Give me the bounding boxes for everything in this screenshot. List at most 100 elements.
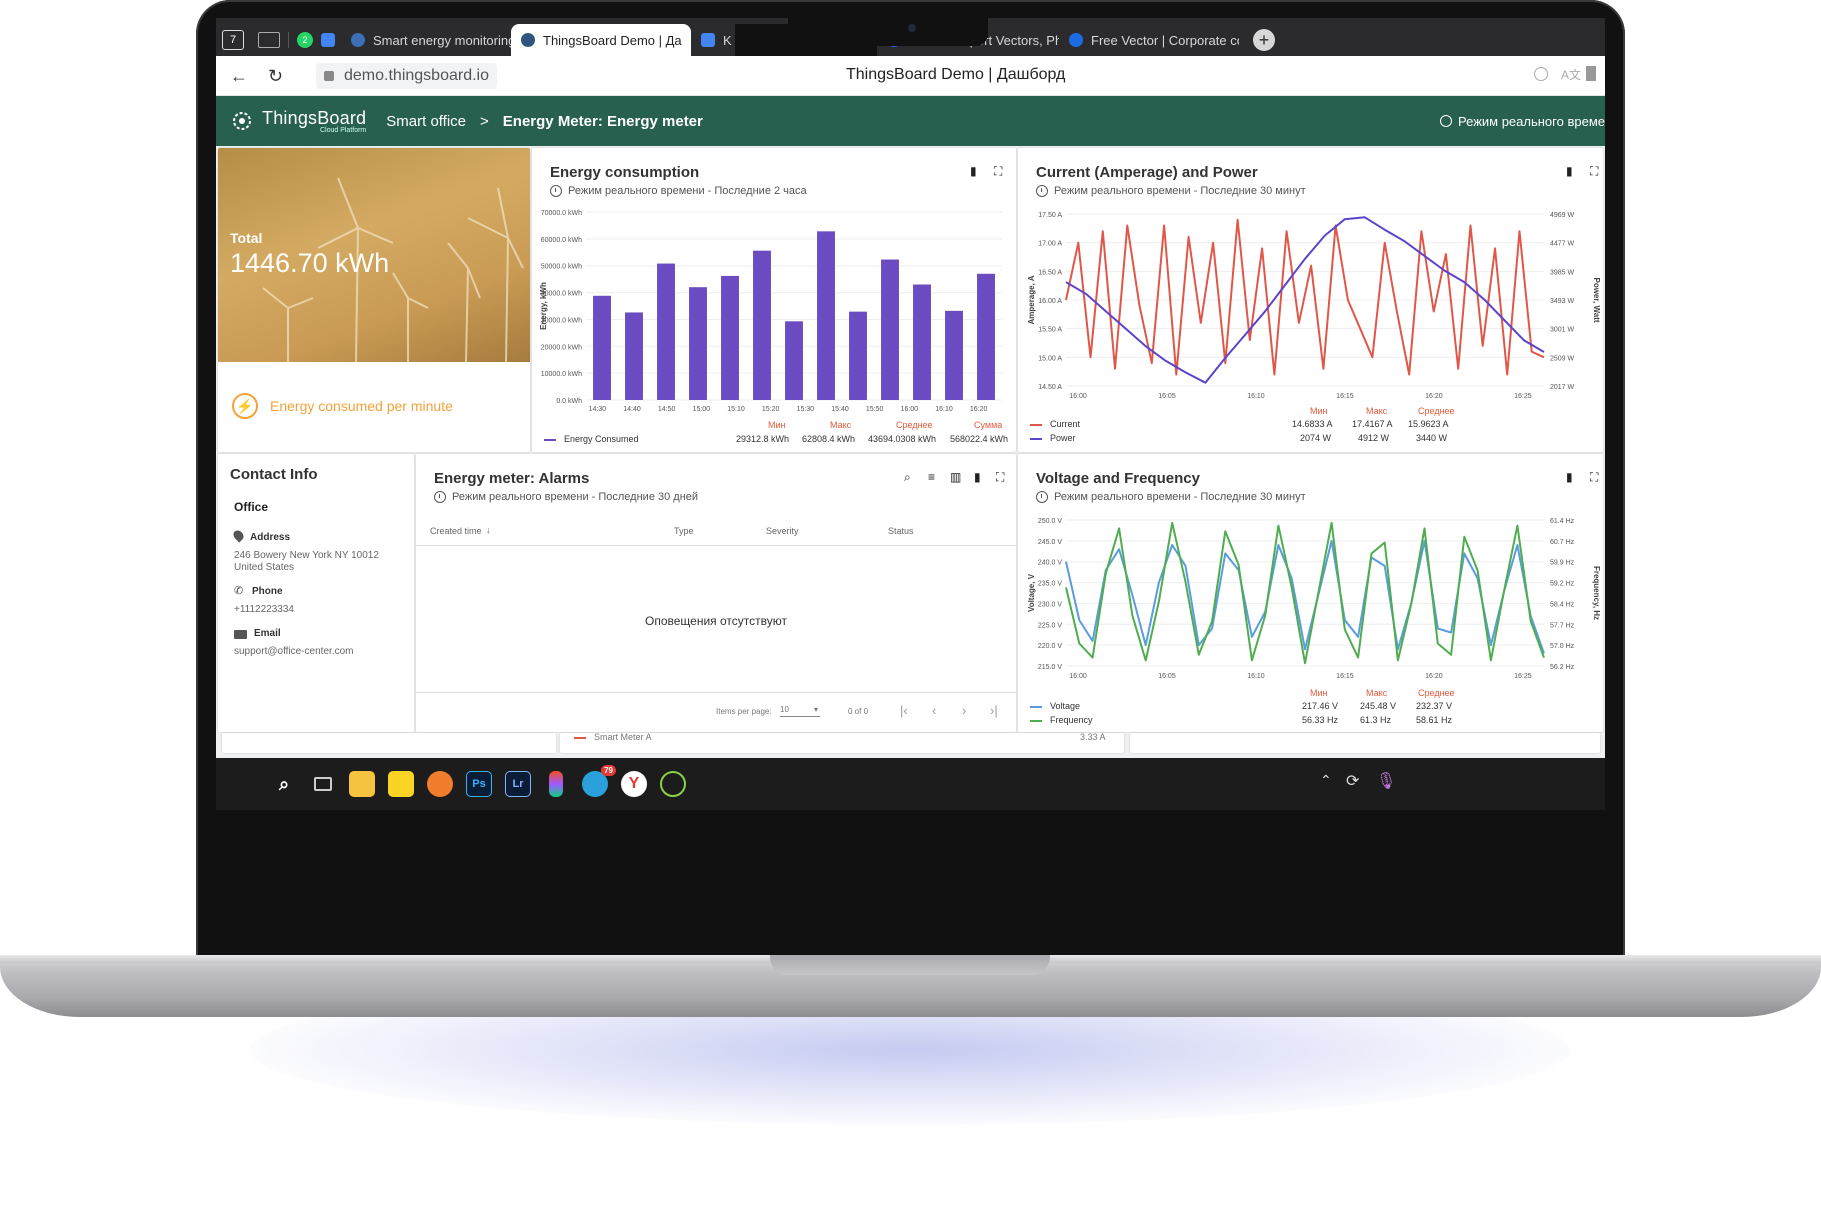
- x-tick-label: 16:15: [1336, 393, 1354, 400]
- address-line-2: United States: [234, 562, 295, 573]
- y-tick-left: 17.50 A: [1038, 212, 1062, 219]
- thingsboard-logo-icon: [233, 112, 251, 130]
- energy-bar: [945, 310, 963, 400]
- y-axis-label-left: Voltage, V: [1027, 573, 1036, 612]
- y-tick-right: 59.9 Hz: [1550, 560, 1575, 567]
- windows-start-icon[interactable]: [232, 771, 258, 797]
- bookmark-icon[interactable]: [1586, 66, 1596, 81]
- photoshop-icon[interactable]: Ps: [466, 771, 492, 797]
- reload-icon[interactable]: ↻: [268, 66, 283, 87]
- whatsapp-icon: 2: [297, 32, 313, 48]
- legend-power: Power: [1050, 433, 1076, 443]
- x-tick-label: 16:20: [970, 406, 988, 413]
- x-tick-label: 15:20: [762, 406, 780, 413]
- back-arrow-icon[interactable]: ←: [230, 66, 248, 87]
- yandex-browser-icon[interactable]: Y: [621, 771, 647, 797]
- fullscreen-icon[interactable]: ⛶: [996, 470, 1004, 485]
- y-tick-left: 15.00 A: [1038, 355, 1062, 362]
- x-tick-label: 16:25: [1514, 673, 1532, 680]
- energy-bar: [849, 311, 867, 400]
- file-explorer-icon[interactable]: [349, 771, 375, 797]
- sync-icon[interactable]: ⟳: [1346, 771, 1359, 791]
- column-type[interactable]: Type: [674, 526, 694, 536]
- pin-icon: [231, 528, 246, 543]
- sticky-notes-icon[interactable]: [388, 771, 414, 797]
- chat-icon[interactable]: [1534, 67, 1548, 81]
- export-icon[interactable]: ▮: [974, 470, 981, 484]
- microphone-icon[interactable]: 🎙: [1376, 771, 1396, 791]
- column-severity[interactable]: Severity: [766, 526, 799, 536]
- url-field[interactable]: demo.thingsboard.io: [316, 62, 497, 89]
- x-tick-label: 14:30: [589, 406, 607, 413]
- filter-icon[interactable]: ≡: [928, 470, 935, 484]
- lower-card-left: [222, 733, 556, 753]
- tab-free-vector[interactable]: Free Vector | Corporate co: [1059, 24, 1239, 56]
- tab-smart-energy[interactable]: Smart energy monitoring,: [341, 24, 511, 56]
- last-page-icon[interactable]: ›|: [990, 703, 998, 718]
- next-page-icon[interactable]: ›: [962, 703, 966, 718]
- tab-home[interactable]: 7 2: [216, 24, 341, 56]
- task-view-icon[interactable]: [310, 771, 336, 797]
- y-axis-label-right: Frequency, Hz: [1592, 566, 1601, 620]
- total-caption: Energy consumed per minute: [270, 398, 453, 414]
- translate-icon[interactable]: A文: [1561, 66, 1581, 83]
- voltage-frequency-card: Voltage and Frequency Режим реального вр…: [1018, 454, 1603, 732]
- column-created-time[interactable]: Created time: [430, 526, 482, 536]
- legend-current: Current: [1050, 419, 1081, 429]
- y-tick-label: 20000.0 kWh: [541, 344, 582, 351]
- voltage-max: 245.48 V: [1360, 701, 1397, 711]
- tab-thingsboard[interactable]: ThingsBoard Demo | Да ✕: [511, 24, 691, 56]
- telegram-icon[interactable]: 79: [582, 765, 616, 797]
- sort-arrow-icon[interactable]: ↓: [486, 525, 491, 535]
- voltage-avg: 232.37 V: [1416, 701, 1453, 711]
- energy-bar: [817, 231, 835, 400]
- prev-page-icon[interactable]: ‹: [932, 703, 936, 718]
- figma-icon[interactable]: [549, 771, 563, 797]
- y-tick-left: 16.50 A: [1038, 269, 1062, 276]
- energy-bar: [657, 263, 675, 400]
- app-green-icon[interactable]: [660, 771, 686, 797]
- items-per-page-select[interactable]: 10 ▾: [780, 705, 820, 717]
- tab-label: ThingsBoard Demo | Да: [543, 32, 682, 48]
- energy-bar: [913, 284, 931, 400]
- columns-icon[interactable]: ▥: [950, 470, 961, 484]
- total-label: Total: [230, 230, 263, 246]
- stat-sum: 568022.4 kWh: [950, 434, 1009, 444]
- y-tick-left: 215.0 V: [1038, 664, 1062, 671]
- search-icon[interactable]: ⌕: [271, 771, 297, 797]
- stat-header-sum: Сумма: [974, 420, 1003, 430]
- breadcrumb-separator: >: [480, 112, 489, 130]
- legend-swatch: [544, 439, 556, 441]
- new-tab-button[interactable]: +: [1253, 29, 1275, 51]
- legend-swatch-frequency: [1030, 720, 1042, 722]
- stat-header-min: Мин: [1310, 406, 1328, 416]
- lower-card-middle: Smart Meter A 3.33 A: [560, 733, 1124, 753]
- x-tick-label: 16:20: [1425, 673, 1443, 680]
- logo[interactable]: ThingsBoard Cloud Platform: [230, 108, 366, 134]
- y-axis-label-left: Amperage, A: [1027, 275, 1036, 324]
- dropdown-arrow-icon: ▾: [813, 705, 818, 714]
- tab-k[interactable]: K: [691, 24, 735, 56]
- frequency-min: 56.33 Hz: [1302, 715, 1339, 725]
- stat-max: 62808.4 kWh: [802, 434, 856, 444]
- search-icon[interactable]: ⌕: [904, 470, 911, 485]
- subtitle-text: Режим реального времени - Последние 30 д…: [452, 491, 699, 503]
- total-value: 1446.70 kWh: [230, 248, 390, 278]
- app-orange-icon[interactable]: [427, 771, 453, 797]
- contact-info-card: Contact Info Office Address 246 Bowery N…: [218, 454, 414, 732]
- new-folder-icon: [258, 32, 280, 48]
- email-value[interactable]: support@office-center.com: [234, 646, 353, 657]
- lightroom-icon[interactable]: Lr: [505, 771, 531, 797]
- y-tick-left: 240.0 V: [1038, 560, 1062, 567]
- camera-notch: [788, 18, 988, 46]
- y-tick-left: 220.0 V: [1038, 643, 1062, 650]
- first-page-icon[interactable]: |‹: [900, 703, 908, 718]
- chevron-up-icon[interactable]: ⌃: [1320, 772, 1332, 789]
- items-per-page-label: Items per page:: [716, 707, 772, 716]
- column-status[interactable]: Status: [888, 526, 914, 536]
- y-axis-label: Energy, kWh: [539, 282, 548, 330]
- realtime-button[interactable]: Режим реального време: [1440, 114, 1605, 129]
- breadcrumb-smart-office[interactable]: Smart office: [386, 113, 466, 130]
- legend-frequency: Frequency: [1050, 715, 1093, 725]
- address-bar: ← ↻ demo.thingsboard.io ThingsBoard Demo…: [216, 56, 1605, 96]
